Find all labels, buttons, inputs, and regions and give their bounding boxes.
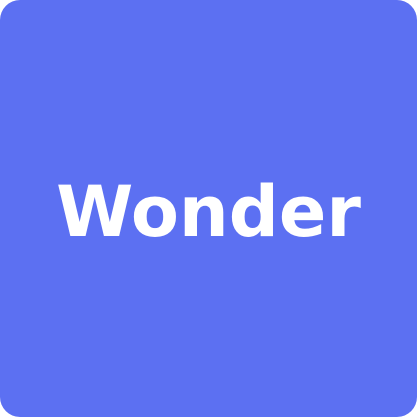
app-icon[interactable]: Wonder — [0, 0, 417, 417]
app-icon-label: Wonder — [56, 170, 361, 253]
